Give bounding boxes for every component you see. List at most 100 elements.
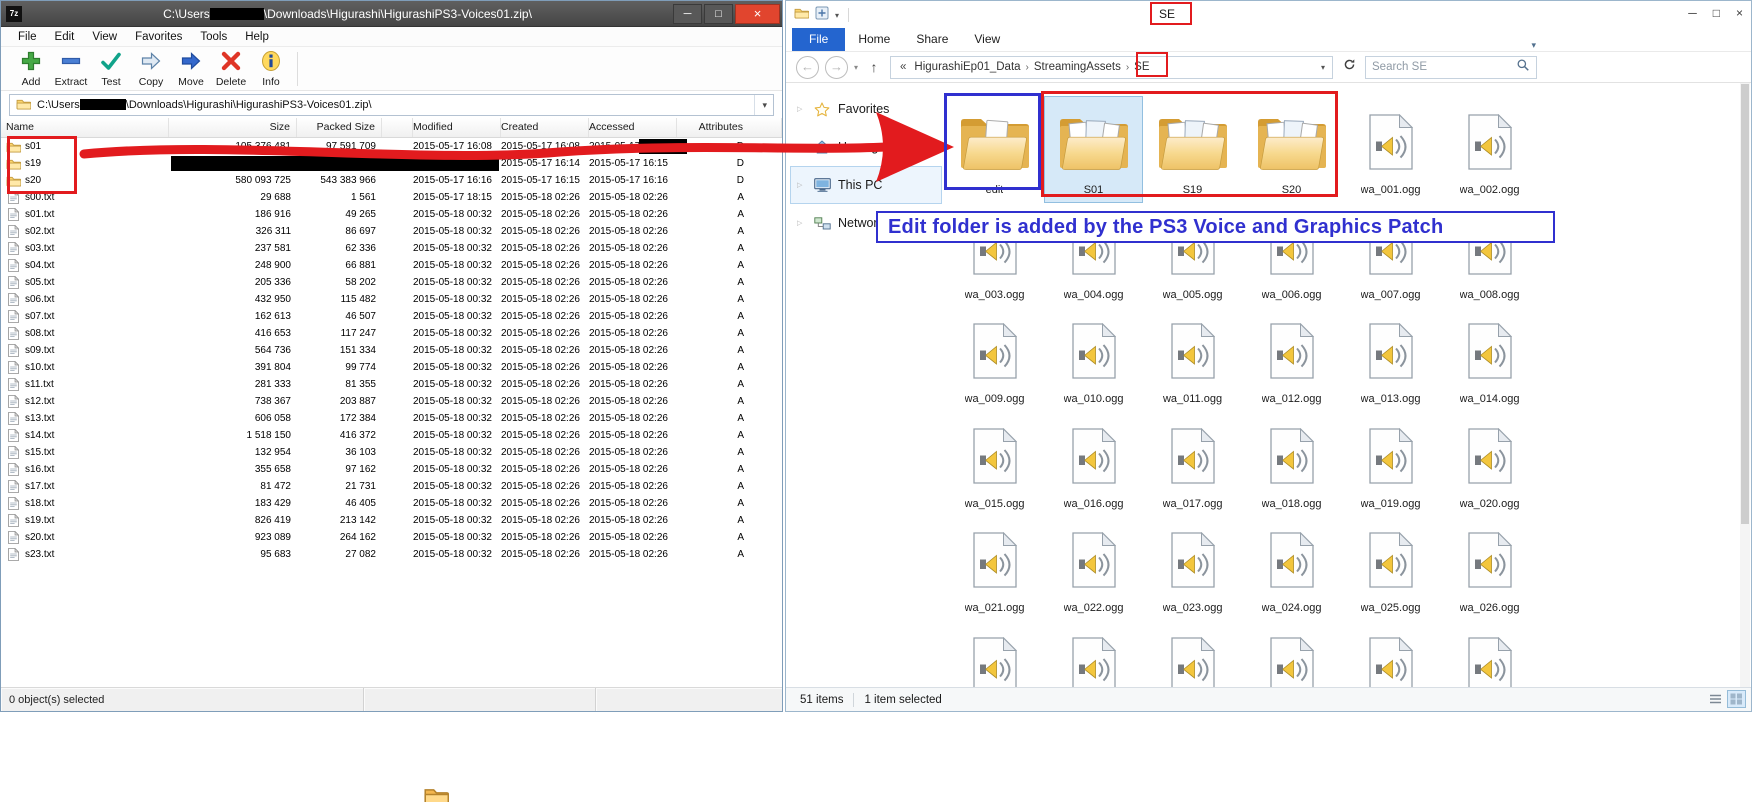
file-tile[interactable]: wa_012.ogg [1243,306,1340,411]
explorer-minimize-button[interactable]: ─ [1688,6,1697,20]
zip-row-file[interactable]: s19.txt826 419213 1422015-05-18 00:32201… [1,512,782,529]
zip-menu-help[interactable]: Help [236,31,278,43]
file-tile[interactable]: wa_006.ogg [1243,202,1340,307]
file-tile-partial[interactable] [946,620,1043,688]
zip-address-bar[interactable]: C:\Users\Downloads\Higurashi\HigurashiPS… [9,94,774,116]
file-tile[interactable]: wa_010.ogg [1045,306,1142,411]
zip-menu-file[interactable]: File [9,31,46,43]
address-dropdown-icon[interactable]: ▾ [754,95,767,115]
scrollbar[interactable] [1740,83,1750,687]
search-box[interactable] [1365,56,1537,79]
zip-row-file[interactable]: s10.txt391 80499 7742015-05-18 00:322015… [1,359,782,376]
qat-dropdown-icon[interactable]: ▾ [835,11,839,20]
file-tile[interactable]: wa_015.ogg [946,411,1043,516]
file-tile[interactable]: wa_023.ogg [1144,515,1241,620]
details-view-icon[interactable] [1707,691,1724,707]
tab-home[interactable]: Home [845,28,903,51]
explorer-close-button[interactable]: × [1736,6,1743,20]
folder-tile-s01[interactable]: S01 [1045,97,1142,202]
file-tile-partial[interactable] [1045,620,1142,688]
file-tile[interactable]: wa_011.ogg [1144,306,1241,411]
breadcrumb-dropdown-icon[interactable]: ▾ [1314,63,1332,72]
quick-access-icon[interactable] [815,6,829,25]
folder-tile-s20[interactable]: S20 [1243,97,1340,202]
zip-menu-view[interactable]: View [83,31,126,43]
zip-menu-tools[interactable]: Tools [191,31,236,43]
expand-icon[interactable]: ▷ [797,181,802,189]
expand-icon[interactable]: ▷ [797,219,802,227]
zip-minimize-button[interactable]: ─ [673,4,702,24]
file-tile-partial[interactable] [1144,620,1241,688]
expand-icon[interactable]: ▷ [797,143,802,151]
zip-row-file[interactable]: s15.txt132 95436 1032015-05-18 00:322015… [1,444,782,461]
zip-row-file[interactable]: s02.txt326 31186 6972015-05-18 00:322015… [1,223,782,240]
file-tile[interactable]: wa_005.ogg [1144,202,1241,307]
search-input[interactable] [1372,61,1516,73]
zip-row-file[interactable]: s03.txt237 58162 3362015-05-18 00:322015… [1,240,782,257]
zip-menu-edit[interactable]: Edit [46,31,84,43]
file-tile[interactable]: wa_026.ogg [1441,515,1538,620]
zip-row-file[interactable]: s08.txt416 653117 2472015-05-18 00:32201… [1,325,782,342]
folder-tile-edit[interactable]: edit [946,97,1043,202]
zip-row-file[interactable]: s17.txt81 47221 7312015-05-18 00:322015-… [1,478,782,495]
column-header-accessed[interactable]: Accessed [589,118,677,137]
sidebar-item-network[interactable]: ▷Network [790,204,942,242]
breadcrumb-segment-se[interactable]: SE [1130,61,1153,73]
zip-maximize-button[interactable]: □ [704,4,733,24]
refresh-icon[interactable] [1339,58,1359,76]
file-tile[interactable]: wa_013.ogg [1342,306,1439,411]
thumbnails-view-icon[interactable] [1728,691,1745,707]
zip-row-file[interactable]: s13.txt606 058172 3842015-05-18 00:32201… [1,410,782,427]
file-tile[interactable]: wa_014.ogg [1441,306,1538,411]
file-tile[interactable]: wa_019.ogg [1342,411,1439,516]
zip-row-file[interactable]: s04.txt248 90066 8812015-05-18 00:322015… [1,257,782,274]
sidebar-item-favorites[interactable]: ▷Favorites [790,90,942,128]
file-tile[interactable]: wa_016.ogg [1045,411,1142,516]
sidebar-item-homegroup[interactable]: ▷Homegroup [790,128,942,166]
column-header-modified[interactable]: Modified [413,118,501,137]
folder-tile-s19[interactable]: S19 [1144,97,1241,202]
zip-close-button[interactable]: × [735,4,780,24]
scrollbar-thumb[interactable] [1741,84,1749,524]
zip-row-file[interactable]: s09.txt564 736151 3342015-05-18 00:32201… [1,342,782,359]
zip-row-file[interactable]: s06.txt432 950115 4822015-05-18 00:32201… [1,291,782,308]
zip-toolbar-test-button[interactable]: Test [91,49,131,89]
zip-menu-favorites[interactable]: Favorites [126,31,191,43]
file-tile[interactable]: wa_008.ogg [1441,202,1538,307]
zip-toolbar-move-button[interactable]: Move [171,49,211,89]
zip-row-file[interactable]: s23.txt95 68327 0822015-05-18 00:322015-… [1,546,782,563]
breadcrumb-segment-higurashiep01_data[interactable]: HigurashiEp01_Data [910,61,1024,73]
recent-pages-dropdown-icon[interactable]: ▾ [854,63,858,72]
zip-toolbar-copy-button[interactable]: Copy [131,49,171,89]
zip-row-file[interactable]: s11.txt281 33381 3552015-05-18 00:322015… [1,376,782,393]
file-tile-partial[interactable] [1243,620,1340,688]
file-tile[interactable]: wa_020.ogg [1441,411,1538,516]
file-tile-partial[interactable] [1342,620,1439,688]
zip-row-file[interactable]: s05.txt205 33658 2022015-05-18 00:322015… [1,274,782,291]
breadcrumb-overflow-icon[interactable]: « [896,61,910,73]
file-tile-partial[interactable] [1441,620,1538,688]
back-button[interactable]: ← [796,56,819,79]
forward-button[interactable]: → [825,56,848,79]
zip-toolbar-add-button[interactable]: Add [11,49,51,89]
tab-view[interactable]: View [961,28,1013,51]
file-tile[interactable]: wa_021.ogg [946,515,1043,620]
file-tile[interactable]: wa_024.ogg [1243,515,1340,620]
zip-row-file[interactable]: s18.txt183 42946 4052015-05-18 00:322015… [1,495,782,512]
zip-toolbar-delete-button[interactable]: Delete [211,49,251,89]
expand-icon[interactable]: ▷ [797,105,802,113]
zip-toolbar-extract-button[interactable]: Extract [51,49,91,89]
tab-file[interactable]: File [792,28,845,51]
column-header-name[interactable]: Name [1,118,169,137]
tab-share[interactable]: Share [903,28,961,51]
zip-row-file[interactable]: s12.txt738 367203 8872015-05-18 00:32201… [1,393,782,410]
zip-toolbar-info-button[interactable]: Info [251,49,291,89]
file-tile[interactable]: wa_004.ogg [1045,202,1142,307]
zip-row-file[interactable]: s20.txt923 089264 1622015-05-18 00:32201… [1,529,782,546]
file-tile[interactable]: wa_025.ogg [1342,515,1439,620]
explorer-maximize-button[interactable]: □ [1713,6,1720,20]
file-tile[interactable]: wa_002.ogg [1441,97,1538,202]
column-header-size[interactable]: Size [169,118,297,137]
zip-row-file[interactable]: s07.txt162 61346 5072015-05-18 00:322015… [1,308,782,325]
zip-row-file[interactable]: s01.txt186 91649 2652015-05-18 00:322015… [1,206,782,223]
